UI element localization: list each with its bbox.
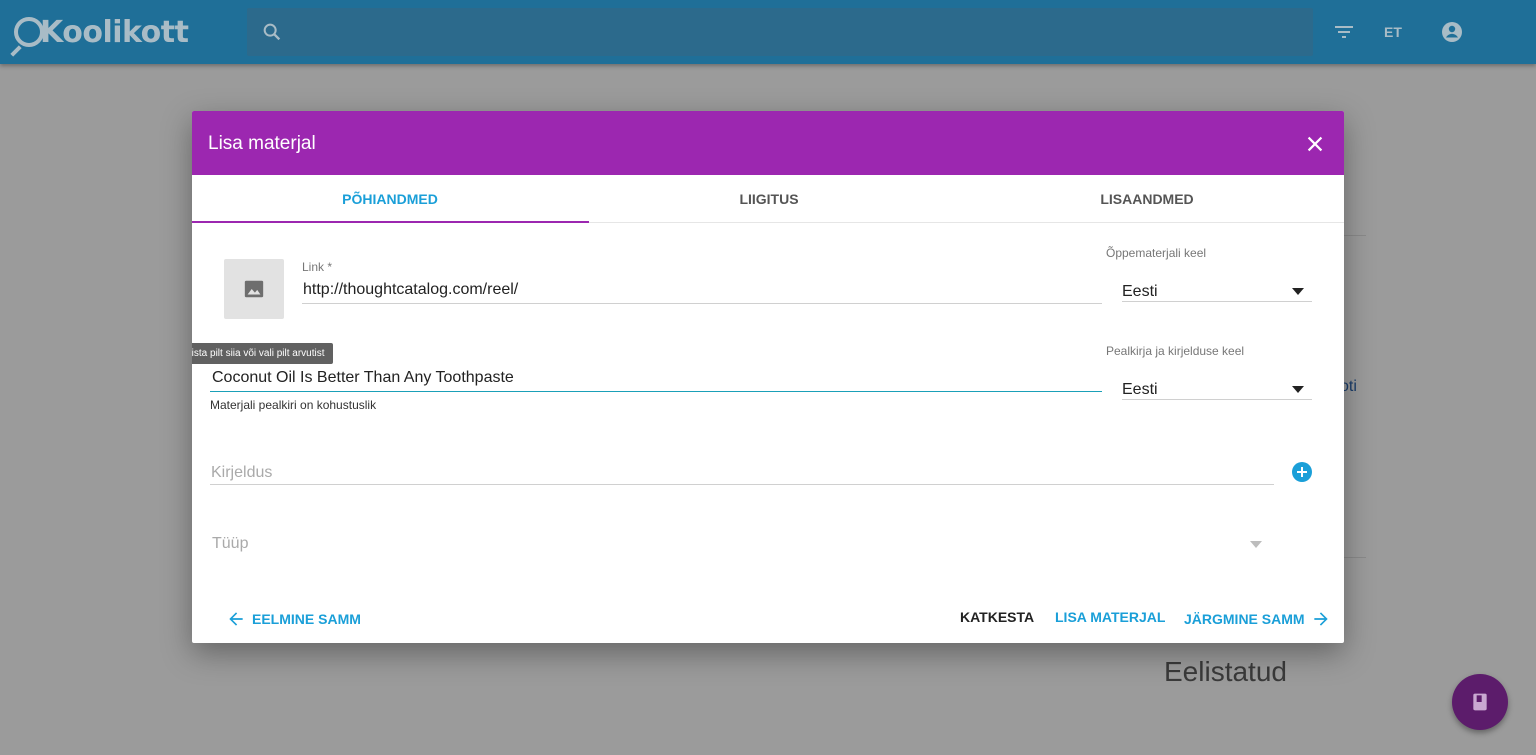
add-material-fab[interactable] bbox=[1452, 674, 1508, 730]
favorites-heading: Eelistatud bbox=[1164, 656, 1287, 687]
search-input[interactable] bbox=[247, 8, 1313, 56]
dialog-title: Lisa materjal bbox=[208, 133, 316, 154]
title-hint: Materjali pealkiri on kohustuslik bbox=[210, 398, 377, 412]
next-step-button[interactable]: JÄRGMINE SAMM bbox=[1184, 609, 1331, 629]
tab-liigitus[interactable]: LIIGITUS bbox=[577, 175, 961, 223]
material-language-label: Õppematerjali keel bbox=[1106, 246, 1207, 260]
description-underline bbox=[210, 484, 1274, 485]
link-underline bbox=[302, 303, 1102, 304]
add-description-button[interactable] bbox=[1292, 462, 1312, 482]
link-label: Link * bbox=[302, 260, 333, 274]
filter-icon[interactable] bbox=[1332, 20, 1356, 44]
logo[interactable]: Koolikott bbox=[14, 12, 189, 52]
language-switch[interactable]: ET bbox=[1384, 24, 1402, 40]
type-select[interactable]: Tüüp bbox=[212, 535, 248, 553]
title-language-label: Pealkirja ja kirjelduse keel bbox=[1106, 344, 1245, 358]
dialog-header: Lisa materjal bbox=[192, 111, 1344, 175]
tab-lisaandmed[interactable]: LISAANDMED bbox=[955, 175, 1339, 223]
title-language-select[interactable]: Eesti bbox=[1122, 381, 1158, 399]
background-divider bbox=[1344, 557, 1366, 558]
dialog-tabs: PÕHIANDMED LIIGITUS LISAANDMED bbox=[192, 175, 1344, 223]
cancel-button[interactable]: KATKESTA bbox=[960, 609, 1034, 625]
add-material-dialog: Lisa materjal PÕHIANDMED LIIGITUS LISAAN… bbox=[192, 111, 1344, 643]
title-input[interactable]: Coconut Oil Is Better Than Any Toothpast… bbox=[212, 369, 514, 387]
add-material-button[interactable]: LISA MATERJAL bbox=[1055, 609, 1165, 625]
title-underline bbox=[210, 391, 1102, 392]
previous-step-button[interactable]: EELMINE SAMM bbox=[226, 609, 361, 629]
arrow-left-icon bbox=[229, 612, 243, 626]
chevron-down-icon[interactable] bbox=[1292, 288, 1304, 295]
close-icon[interactable] bbox=[1304, 133, 1326, 155]
app-header: Koolikott ET bbox=[0, 0, 1536, 64]
chevron-down-icon[interactable] bbox=[1292, 386, 1304, 393]
material-language-underline bbox=[1122, 301, 1312, 302]
chevron-down-icon[interactable] bbox=[1250, 541, 1262, 548]
logo-text: Koolikott bbox=[40, 14, 189, 50]
book-icon bbox=[1473, 693, 1487, 711]
tab-pohiandmed[interactable]: PÕHIANDMED bbox=[198, 175, 582, 223]
link-input[interactable]: http://thoughtcatalog.com/reel/ bbox=[303, 281, 518, 299]
account-icon[interactable] bbox=[1440, 20, 1464, 44]
image-icon bbox=[244, 280, 264, 298]
description-input[interactable]: Kirjeldus bbox=[211, 464, 272, 482]
search-icon bbox=[263, 23, 281, 41]
image-upload-button[interactable] bbox=[224, 259, 284, 319]
background-divider bbox=[1344, 235, 1366, 236]
material-language-select[interactable]: Eesti bbox=[1122, 283, 1158, 301]
magnifier-logo-icon bbox=[14, 17, 44, 47]
image-upload-tooltip: Lohista pilt siia või vali pilt arvutist bbox=[192, 343, 333, 364]
arrow-right-icon bbox=[1313, 612, 1328, 626]
title-language-underline bbox=[1122, 399, 1312, 400]
active-tab-indicator bbox=[192, 221, 589, 223]
